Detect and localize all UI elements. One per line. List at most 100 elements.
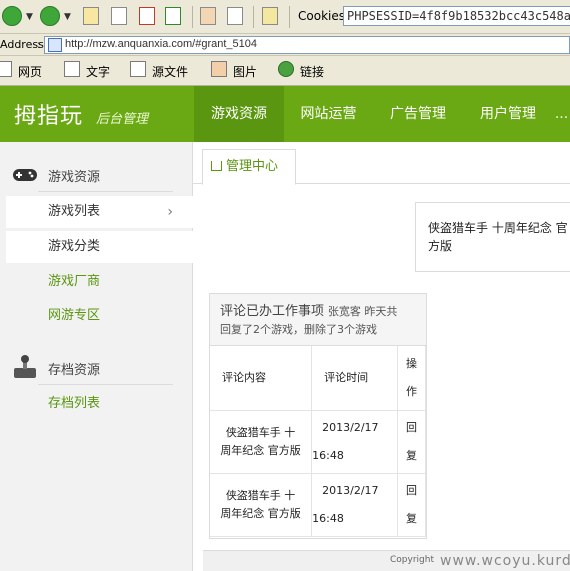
- sidebar-item-online-games[interactable]: 网游专区: [6, 300, 193, 332]
- forward-dropdown-icon[interactable]: ▼: [64, 12, 71, 22]
- gamepad-icon: [12, 164, 38, 186]
- comment-content-cell: 侠盗猎车手 十 周年纪念 官方版: [210, 410, 313, 474]
- watermark-text: www.wcoyu.kurd...: [440, 553, 570, 569]
- links-item-source[interactable]: 源文件: [152, 63, 188, 80]
- tab-label: 管理中心: [226, 159, 279, 174]
- column-header: 评论时间: [311, 346, 399, 411]
- page-favicon-icon: [48, 38, 62, 52]
- forward-icon[interactable]: [40, 6, 60, 26]
- text-icon: [64, 61, 80, 77]
- comments-panel: 评论已办工作事项 张宽客 昨天共 回复了2个游戏，删除了3个游戏 评论内容 评论…: [209, 293, 427, 539]
- address-bar: Address: http://mzw.anquanxia.com/#grant…: [0, 34, 570, 56]
- nav-site-operations[interactable]: 网站运营: [284, 86, 373, 142]
- comment-content-cell: 侠盗猎车手 十 周年纪念 官方版: [210, 473, 313, 537]
- back-icon[interactable]: [2, 6, 22, 26]
- sidebar-item-label: 网游专区: [48, 308, 101, 323]
- app-header: 拇指玩 后台管理 游戏资源 网站运营 广告管理 用户管理 ...: [0, 86, 570, 142]
- sidebar-item-label: 游戏分类: [48, 239, 101, 254]
- column-header-operation: 操 作: [397, 346, 426, 411]
- links-bar: 网页 文字 源文件 图片 链接: [0, 56, 570, 86]
- reply-label: 回: [406, 483, 418, 497]
- section-divider: [38, 191, 173, 192]
- sidebar-item-game-category[interactable]: 游戏分类: [6, 231, 193, 263]
- image-icon: [211, 61, 227, 77]
- reply-button[interactable]: 回 复: [397, 473, 426, 537]
- game-card: 侠盗猎车手 十周年纪念 官 方版: [415, 202, 570, 272]
- links-item-link[interactable]: 链接: [300, 63, 324, 80]
- sidebar-item-label: 存档列表: [48, 396, 101, 411]
- sidebar-item-label: 游戏列表: [48, 204, 101, 219]
- column-header: 操: [406, 356, 418, 370]
- comment-time: 16:48: [312, 448, 344, 462]
- refresh-icon[interactable]: [165, 7, 181, 25]
- reply-label: 复: [406, 448, 418, 462]
- comments-panel-note: 回复了2个游戏，删除了3个游戏: [220, 323, 377, 336]
- brand-logo[interactable]: 拇指玩: [14, 98, 83, 130]
- comments-panel-header: 评论已办工作事项 张宽客 昨天共 回复了2个游戏，删除了3个游戏: [210, 294, 426, 346]
- sidebar-section-title: 存档资源: [48, 363, 101, 378]
- sidebar-section-game-resources: 游戏资源: [0, 156, 193, 192]
- sidebar-section-title: 游戏资源: [48, 170, 101, 185]
- table-row: 侠盗猎车手 十 周年纪念 官方版 2013/2/17 16:48 回 复: [210, 410, 426, 474]
- page-icon[interactable]: [111, 7, 127, 25]
- comments-panel-note: 张宽客 昨天共: [327, 305, 398, 318]
- stop-icon[interactable]: [139, 7, 155, 25]
- comment-date: 2013/2/17: [322, 420, 379, 434]
- comment-content: 侠盗猎车手 十: [225, 425, 296, 439]
- footer-bar: Copyright www.wcoyu.kurd...: [203, 550, 570, 571]
- sidebar: 游戏资源 游戏列表 › 游戏分类 游戏厂商 网游专区 存档资源 存档列表: [0, 142, 193, 571]
- sidebar-section-save-resources: 存档资源: [0, 348, 193, 384]
- comments-table: 评论内容 评论时间 操 作 侠盗猎车手 十 周年纪念 官方版 2013/2/17…: [210, 346, 426, 537]
- tools-icon[interactable]: [262, 7, 278, 25]
- cookies-label: Cookies:: [298, 9, 350, 23]
- back-dropdown-icon[interactable]: ▼: [26, 12, 33, 22]
- tab-admin-center[interactable]: 管理中心: [202, 149, 296, 185]
- comment-time-cell: 2013/2/17 16:48: [311, 473, 399, 537]
- comment-date: 2013/2/17: [322, 483, 379, 497]
- comment-content: 周年纪念 官方版: [220, 506, 301, 520]
- reply-button[interactable]: 回 复: [397, 410, 426, 474]
- browser-toolbar: ▼ ▼ Cookies: PHPSESSID=4f8f9b18532bcc43c…: [0, 0, 570, 34]
- sidebar-item-label: 游戏厂商: [48, 274, 101, 289]
- nav-user-management[interactable]: 用户管理: [463, 86, 553, 142]
- link-icon: [278, 61, 294, 77]
- source-icon: [130, 61, 146, 77]
- sidebar-item-save-list[interactable]: 存档列表: [6, 388, 193, 420]
- toolbar-separator: [253, 6, 254, 28]
- nav-ad-management[interactable]: 广告管理: [373, 86, 463, 142]
- chevron-right-icon: ›: [167, 204, 173, 220]
- favorites-icon[interactable]: [200, 7, 216, 25]
- toolbar-separator: [192, 6, 193, 28]
- sidebar-item-game-list[interactable]: 游戏列表 ›: [6, 196, 193, 228]
- sidebar-item-game-vendor[interactable]: 游戏厂商: [6, 266, 193, 298]
- comment-time-cell: 2013/2/17 16:48: [311, 410, 399, 474]
- reply-label: 回: [406, 420, 418, 434]
- nav-more[interactable]: ...: [553, 86, 570, 142]
- main-content: 管理中心 侠盗猎车手 十周年纪念 官 方版 评论已办工作事项 张宽客 昨天共 回…: [193, 142, 570, 571]
- comment-time: 16:48: [312, 511, 344, 525]
- address-input[interactable]: http://mzw.anquanxia.com/#grant_5104: [44, 36, 570, 54]
- nav-game-resources[interactable]: 游戏资源: [194, 86, 284, 142]
- game-card-text: 侠盗猎车手 十周年纪念 官: [428, 221, 568, 235]
- table-row: 侠盗猎车手 十 周年纪念 官方版 2013/2/17 16:48 回 复: [210, 473, 426, 537]
- column-header: 作: [406, 384, 418, 398]
- tab-strip: 管理中心: [193, 142, 570, 185]
- reply-label: 复: [406, 511, 418, 525]
- toolbar-separator: [289, 6, 290, 28]
- comment-content: 侠盗猎车手 十: [225, 488, 296, 502]
- brand-subtitle: 后台管理: [96, 112, 149, 127]
- home-icon: [211, 161, 222, 171]
- links-item-web[interactable]: 网页: [18, 63, 42, 80]
- table-header-row: 评论内容 评论时间 操 作: [210, 346, 426, 411]
- copyright-text: Copyright: [390, 555, 434, 565]
- comment-content: 周年纪念 官方版: [220, 443, 301, 457]
- game-card-text: 方版: [428, 239, 453, 253]
- history-icon[interactable]: [227, 7, 243, 25]
- web-page-icon: [0, 61, 12, 77]
- links-item-image[interactable]: 图片: [233, 63, 257, 80]
- links-item-text[interactable]: 文字: [86, 63, 110, 80]
- home-icon[interactable]: [83, 7, 99, 25]
- section-divider: [38, 384, 173, 385]
- cookies-field[interactable]: PHPSESSID=4f8f9b18532bcc43c548a0dfbb4b: [343, 6, 570, 26]
- column-header: 评论内容: [210, 346, 313, 411]
